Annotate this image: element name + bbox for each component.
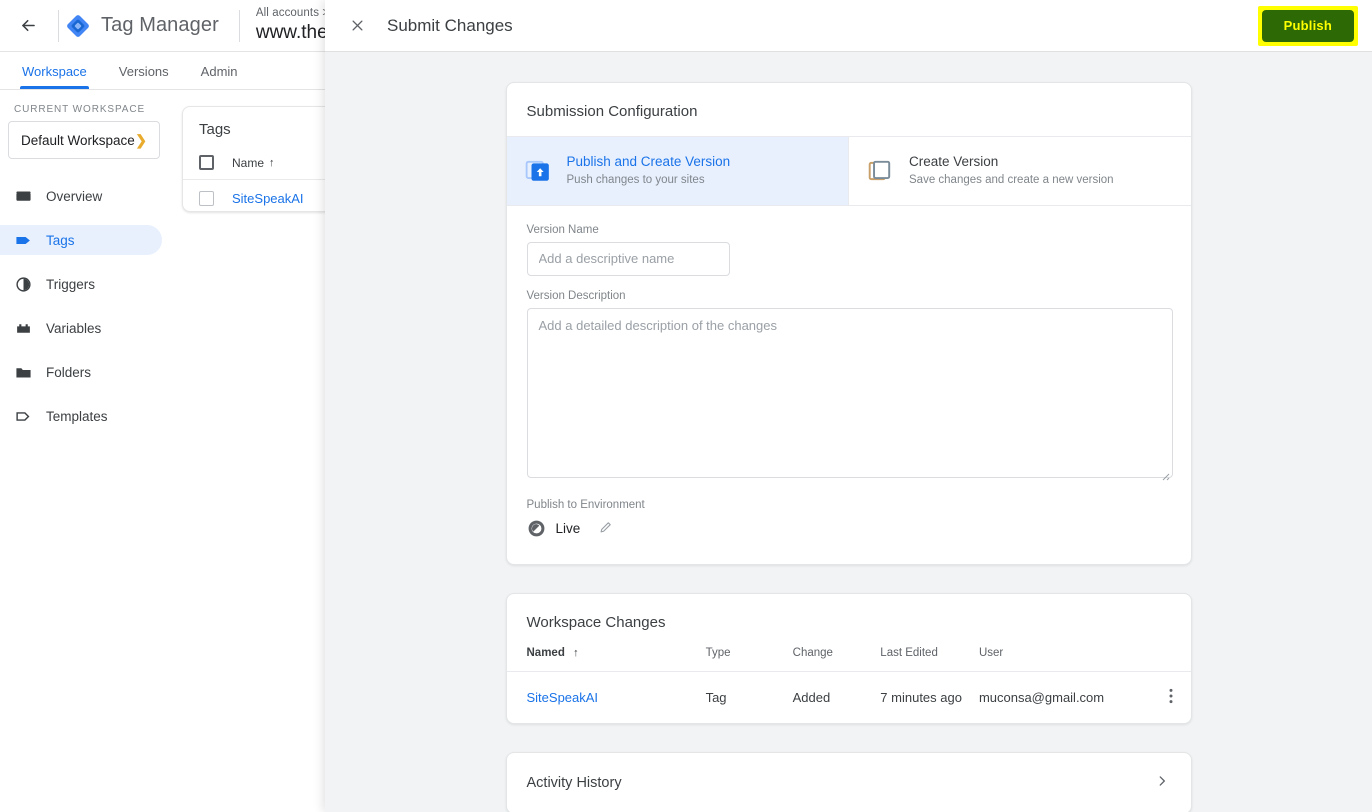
workspace-name: Default Workspace bbox=[21, 133, 135, 148]
activity-history-card[interactable]: Activity History bbox=[506, 752, 1192, 812]
sort-asc-icon: ↑ bbox=[573, 647, 579, 659]
close-icon[interactable] bbox=[343, 12, 371, 40]
version-name-input[interactable] bbox=[527, 242, 730, 276]
environment-row: Live bbox=[527, 519, 1171, 538]
column-header-named[interactable]: Named ↑ bbox=[507, 647, 706, 672]
folder-icon bbox=[14, 363, 32, 381]
cell-actions bbox=[1151, 671, 1191, 723]
option-subtitle: Push changes to your sites bbox=[567, 173, 731, 189]
version-name-label: Version Name bbox=[527, 224, 1171, 236]
live-environment-icon bbox=[527, 519, 546, 538]
sidebar-item-templates[interactable]: Templates bbox=[0, 401, 162, 431]
submission-option-group: Publish and Create Version Push changes … bbox=[507, 136, 1191, 206]
sidebar-item-tags[interactable]: Tags bbox=[0, 225, 162, 255]
select-all-checkbox[interactable] bbox=[199, 155, 214, 170]
sidebar-item-label: Folders bbox=[46, 365, 91, 380]
sidebar-item-label: Triggers bbox=[46, 277, 95, 292]
workspace-changes-title: Workspace Changes bbox=[507, 594, 1191, 647]
table-row[interactable]: SiteSpeakAI Tag Added 7 minutes ago muco… bbox=[507, 671, 1191, 723]
sidebar-item-variables[interactable]: Variables bbox=[0, 313, 162, 343]
back-arrow-icon[interactable] bbox=[0, 0, 56, 52]
sidebar-item-label: Overview bbox=[46, 189, 102, 204]
version-description-wrapper bbox=[527, 308, 1173, 483]
modal-header: Submit Changes Publish bbox=[325, 0, 1372, 52]
tag-manager-logo-icon bbox=[61, 13, 95, 39]
tab-admin[interactable]: Admin bbox=[185, 64, 254, 89]
workspace-changes-card: Workspace Changes Named ↑ Type Change La… bbox=[506, 593, 1192, 724]
sidebar-item-label: Tags bbox=[46, 233, 75, 248]
publish-button[interactable]: Publish bbox=[1262, 10, 1354, 42]
table-head: Named ↑ Type Change Last Edited User bbox=[507, 647, 1191, 672]
publish-upload-icon bbox=[525, 158, 551, 184]
cell-change: Added bbox=[793, 671, 881, 723]
option-text: Publish and Create Version Push changes … bbox=[567, 153, 731, 189]
header-divider-right bbox=[239, 10, 240, 42]
column-label: Named bbox=[527, 647, 565, 659]
sidebar-item-folders[interactable]: Folders bbox=[0, 357, 162, 387]
option-title: Publish and Create Version bbox=[567, 153, 731, 171]
page-root: Tag Manager All accounts > The Cake Shop… bbox=[0, 0, 1372, 812]
option-publish-and-create-version[interactable]: Publish and Create Version Push changes … bbox=[507, 137, 849, 205]
column-header-last-edited[interactable]: Last Edited bbox=[880, 647, 979, 672]
version-description-label: Version Description bbox=[527, 290, 1171, 302]
column-header-change[interactable]: Change bbox=[793, 647, 881, 672]
submit-changes-modal: Submit Changes Publish Submission Config… bbox=[325, 0, 1372, 812]
tab-workspace[interactable]: Workspace bbox=[6, 64, 103, 89]
submission-configuration-title: Submission Configuration bbox=[507, 83, 1191, 136]
sidebar-nav: Overview Tags Triggers bbox=[0, 181, 168, 431]
column-header-actions bbox=[1151, 647, 1191, 672]
modal-body: Submission Configuration Publish and Cre… bbox=[325, 52, 1372, 812]
cell-last-edited: 7 minutes ago bbox=[880, 671, 979, 723]
version-description-textarea[interactable] bbox=[527, 308, 1173, 478]
publish-button-highlight: Publish bbox=[1258, 6, 1358, 46]
more-vertical-icon[interactable] bbox=[1169, 691, 1173, 708]
page-title: Submit Changes bbox=[387, 16, 513, 36]
cell-type: Tag bbox=[706, 671, 793, 723]
row-checkbox[interactable] bbox=[199, 191, 214, 206]
publish-environment-label: Publish to Environment bbox=[527, 499, 1171, 511]
header-divider-left bbox=[58, 10, 59, 42]
cell-user: muconsa@gmail.com bbox=[979, 671, 1151, 723]
current-workspace-label: CURRENT WORKSPACE bbox=[0, 104, 168, 121]
chevron-right-icon: ❯ bbox=[135, 132, 147, 149]
tag-icon bbox=[14, 231, 32, 249]
submission-configuration-card: Submission Configuration Publish and Cre… bbox=[506, 82, 1192, 565]
form-spacer bbox=[527, 276, 1171, 290]
product-name: Tag Manager bbox=[101, 14, 219, 37]
chevron-right-icon[interactable] bbox=[1155, 774, 1169, 792]
column-header-type[interactable]: Type bbox=[706, 647, 793, 672]
table-header-row: Named ↑ Type Change Last Edited User bbox=[507, 647, 1191, 672]
sidebar: CURRENT WORKSPACE Default Workspace ❯ Ov… bbox=[0, 90, 168, 812]
form-spacer-2 bbox=[527, 483, 1171, 499]
option-create-version[interactable]: Create Version Save changes and create a… bbox=[848, 137, 1191, 205]
template-pentagon-icon bbox=[14, 407, 32, 425]
table-body: SiteSpeakAI Tag Added 7 minutes ago muco… bbox=[507, 671, 1191, 723]
pencil-edit-icon[interactable] bbox=[598, 520, 614, 536]
tags-column-name[interactable]: Name bbox=[232, 156, 264, 170]
submission-form: Version Name Version Description Publish… bbox=[507, 206, 1191, 564]
option-title: Create Version bbox=[909, 153, 1114, 171]
workspace-selector[interactable]: Default Workspace ❯ bbox=[8, 121, 160, 159]
trigger-circle-icon bbox=[14, 275, 32, 293]
environment-name: Live bbox=[556, 521, 581, 536]
overview-box-icon bbox=[14, 187, 32, 205]
cell-name: SiteSpeakAI bbox=[507, 671, 706, 723]
activity-history-label: Activity History bbox=[527, 775, 622, 791]
sidebar-item-overview[interactable]: Overview bbox=[0, 181, 162, 211]
tag-name-link[interactable]: SiteSpeakAI bbox=[232, 191, 304, 206]
copy-layers-icon bbox=[867, 158, 893, 184]
option-subtitle: Save changes and create a new version bbox=[909, 173, 1114, 189]
workspace-changes-table: Named ↑ Type Change Last Edited User bbox=[507, 647, 1191, 723]
sidebar-item-triggers[interactable]: Triggers bbox=[0, 269, 162, 299]
tab-versions[interactable]: Versions bbox=[103, 64, 185, 89]
change-name-link[interactable]: SiteSpeakAI bbox=[527, 690, 599, 705]
sort-asc-icon: ↑ bbox=[269, 157, 275, 169]
sidebar-item-label: Variables bbox=[46, 321, 101, 336]
variables-brick-icon bbox=[14, 319, 32, 337]
column-header-user[interactable]: User bbox=[979, 647, 1151, 672]
sidebar-item-label: Templates bbox=[46, 409, 108, 424]
option-text: Create Version Save changes and create a… bbox=[909, 153, 1114, 189]
